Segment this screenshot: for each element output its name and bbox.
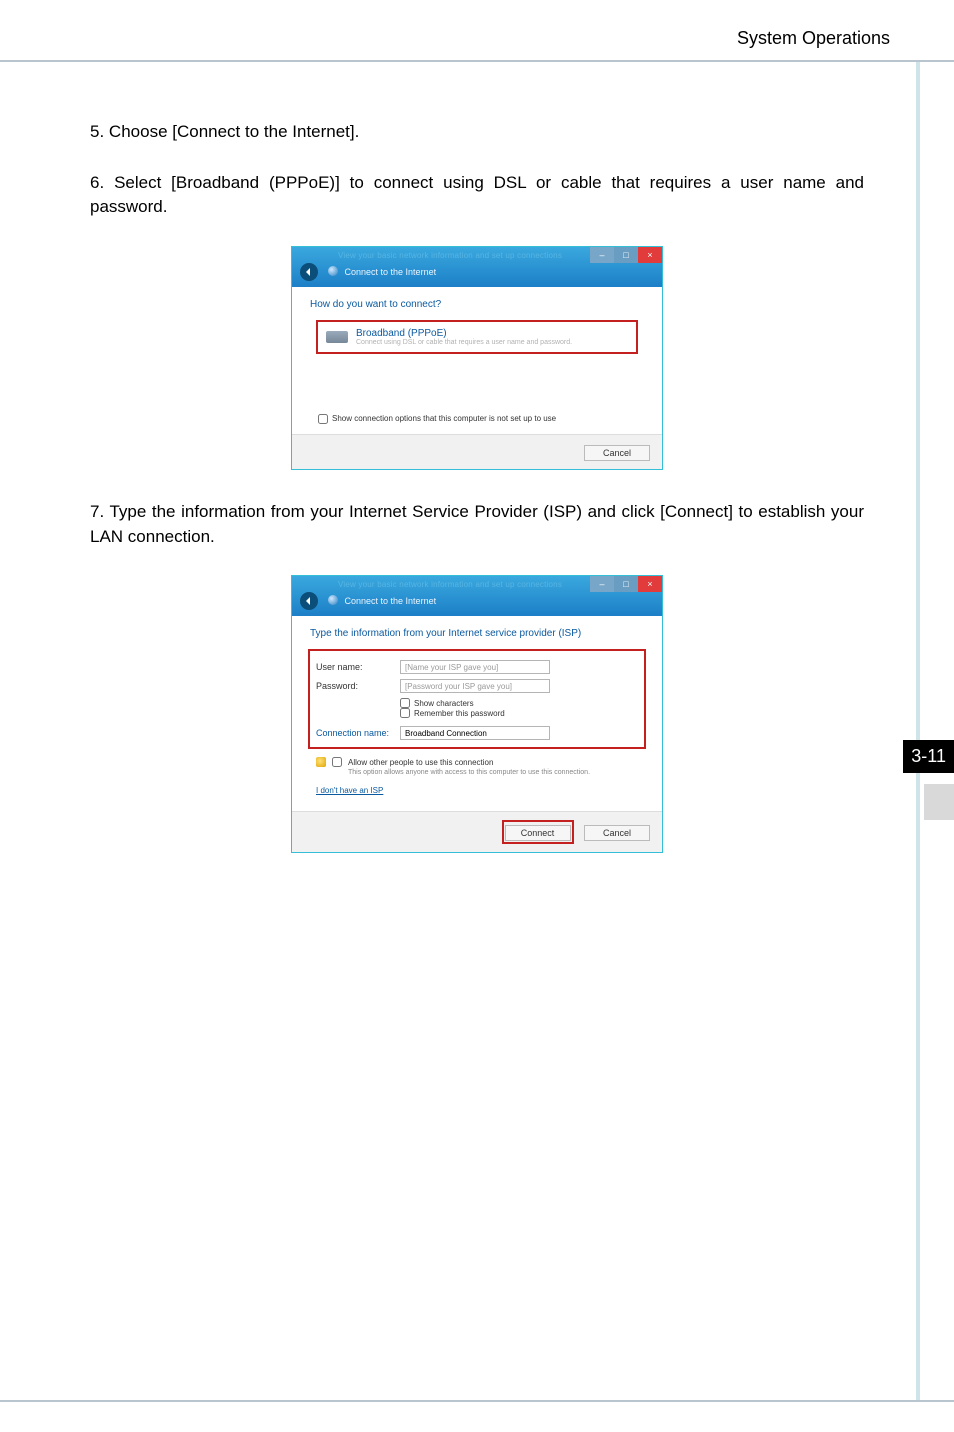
thumb-tab-chip [924, 784, 954, 820]
dialog-title: Connect to the Internet [328, 595, 436, 606]
username-label: User name: [316, 662, 400, 672]
titlebar: View your basic network information and … [292, 247, 662, 287]
close-button[interactable]: × [638, 247, 662, 263]
show-characters-input[interactable] [400, 698, 410, 708]
shield-icon [316, 757, 326, 767]
connect-button-highlight: Connect [502, 820, 574, 844]
password-row: Password: [316, 679, 638, 693]
isp-heading: Type the information from your Internet … [310, 628, 646, 639]
option-title: Broadband (PPPoE) [356, 328, 572, 339]
allow-others-label: Allow other people to use this connectio… [348, 758, 493, 767]
modem-icon [326, 331, 348, 343]
dialog-body: How do you want to connect? Broadband (P… [292, 287, 662, 434]
cancel-button[interactable]: Cancel [584, 445, 650, 461]
step-6-number: 6. [90, 173, 104, 192]
titlebar-background-text: View your basic network information and … [338, 580, 562, 589]
dialog-title: Connect to the Internet [328, 266, 436, 277]
connection-name-row: Connection name: [316, 726, 638, 740]
step-5-text: Choose [Connect to the Internet]. [109, 122, 359, 141]
screenshot-isp-form: View your basic network information and … [291, 575, 663, 853]
remember-password-checkbox[interactable]: Remember this password [400, 708, 638, 718]
titlebar: View your basic network information and … [292, 576, 662, 616]
show-other-options-input[interactable] [318, 414, 328, 424]
close-button[interactable]: × [638, 576, 662, 592]
allow-others-row[interactable]: Allow other people to use this connectio… [316, 757, 646, 767]
screenshot-connect-method: View your basic network information and … [291, 246, 663, 470]
show-characters-checkbox[interactable]: Show characters [400, 698, 638, 708]
show-characters-label: Show characters [414, 699, 474, 708]
connect-button[interactable]: Connect [505, 825, 571, 841]
window-controls: – □ × [590, 247, 662, 263]
footer-rule [0, 1400, 954, 1402]
section-title: System Operations [737, 28, 890, 49]
password-input[interactable] [400, 679, 550, 693]
show-other-options-checkbox[interactable]: Show connection options that this comput… [318, 414, 646, 424]
dialog-title-text: Connect to the Internet [345, 267, 437, 277]
step-6-text: Select [Broadband (PPPoE)] to connect us… [90, 173, 864, 217]
globe-icon [328, 266, 338, 276]
arrow-left-icon [304, 596, 314, 606]
option-subtitle: Connect using DSL or cable that requires… [356, 339, 572, 346]
connection-name-input[interactable] [400, 726, 550, 740]
remember-password-input[interactable] [400, 708, 410, 718]
minimize-button[interactable]: – [590, 247, 614, 263]
username-row: User name: [316, 660, 638, 674]
arrow-left-icon [304, 267, 314, 277]
no-isp-link[interactable]: I don't have an ISP [316, 786, 383, 795]
dialog-title-text: Connect to the Internet [345, 596, 437, 606]
show-other-options-label: Show connection options that this comput… [332, 414, 556, 423]
connect-question: How do you want to connect? [310, 299, 646, 310]
connection-name-label: Connection name: [316, 728, 400, 738]
step-6: 6. Select [Broadband (PPPoE)] to connect… [90, 171, 864, 220]
allow-others-input[interactable] [332, 757, 342, 767]
step-7: 7. Type the information from your Intern… [90, 500, 864, 549]
button-bar: Connect Cancel [292, 811, 662, 852]
maximize-button[interactable]: □ [614, 247, 638, 263]
page-number-chip: 3-11 [903, 740, 954, 773]
titlebar-background-text: View your basic network information and … [338, 251, 562, 260]
username-input[interactable] [400, 660, 550, 674]
minimize-button[interactable]: – [590, 576, 614, 592]
cancel-button[interactable]: Cancel [584, 825, 650, 841]
allow-others-desc: This option allows anyone with access to… [348, 769, 646, 776]
maximize-button[interactable]: □ [614, 576, 638, 592]
button-bar: Cancel [292, 434, 662, 469]
back-button[interactable] [300, 592, 318, 610]
highlighted-form: User name: Password: Show characters Rem… [308, 649, 646, 749]
right-stripe [916, 62, 920, 1400]
globe-icon [328, 595, 338, 605]
step-5: 5. Choose [Connect to the Internet]. [90, 120, 864, 145]
step-7-number: 7. [90, 502, 104, 521]
page-body: 5. Choose [Connect to the Internet]. 6. … [90, 120, 864, 883]
step-5-number: 5. [90, 122, 104, 141]
window-controls: – □ × [590, 576, 662, 592]
password-label: Password: [316, 681, 400, 691]
dialog-body: Type the information from your Internet … [292, 616, 662, 811]
header-rule [0, 60, 954, 62]
back-button[interactable] [300, 263, 318, 281]
remember-password-label: Remember this password [414, 709, 505, 718]
step-7-text: Type the information from your Internet … [90, 502, 864, 546]
broadband-option[interactable]: Broadband (PPPoE) Connect using DSL or c… [316, 320, 638, 354]
option-text: Broadband (PPPoE) Connect using DSL or c… [356, 328, 572, 346]
manual-page: System Operations 3-11 5. Choose [Connec… [0, 0, 954, 1432]
